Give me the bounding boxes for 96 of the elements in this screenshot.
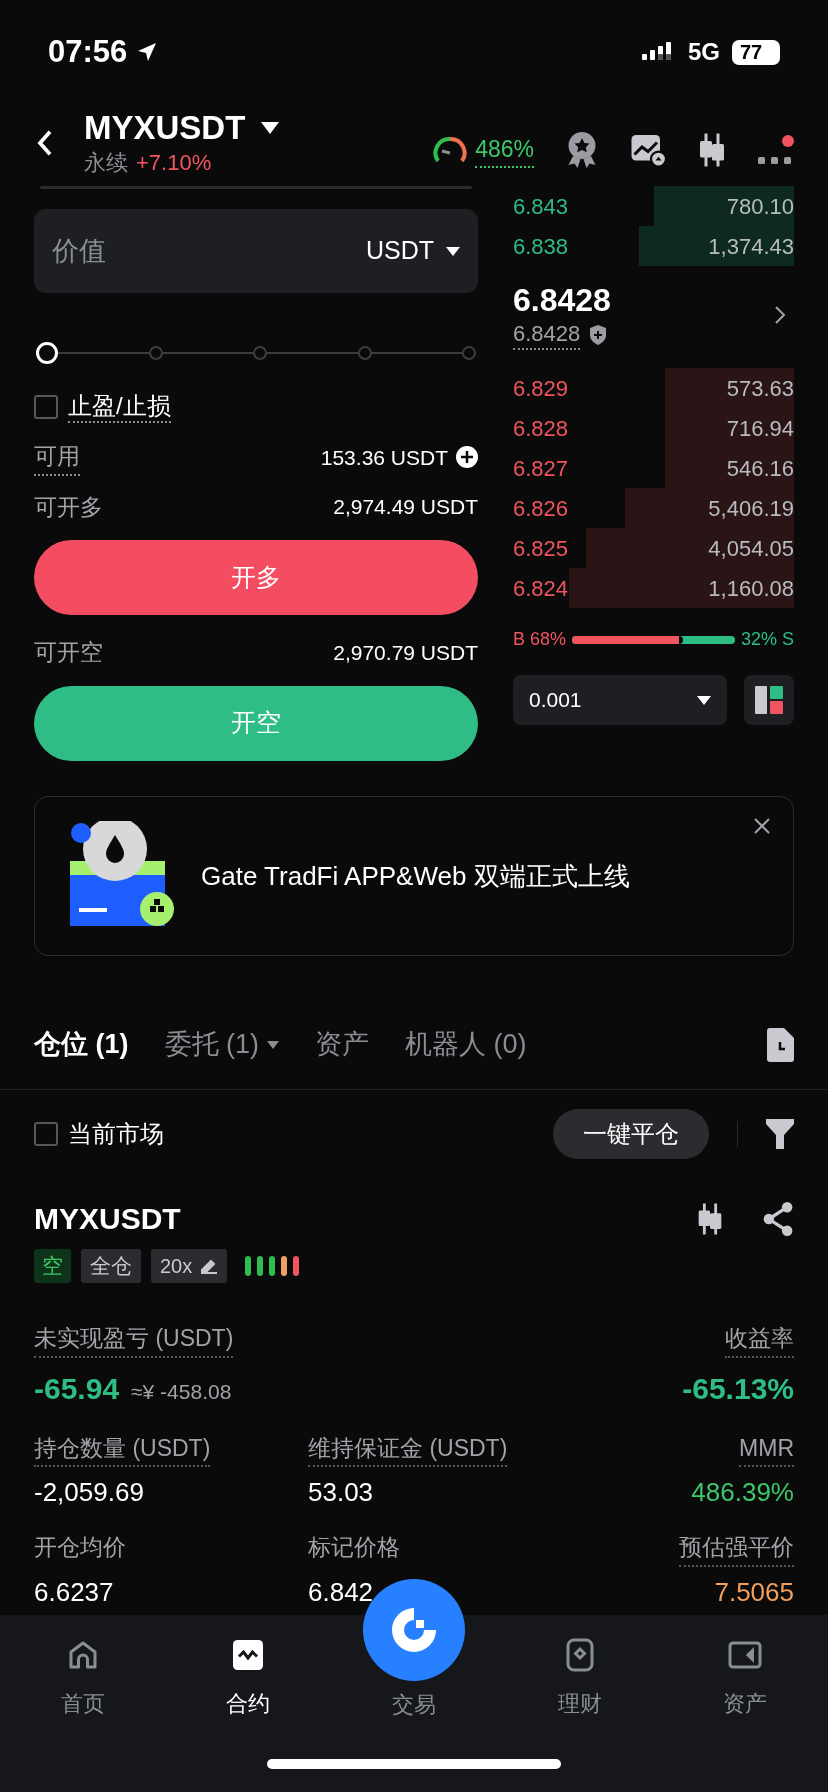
banner-text: Gate TradFi APP&Web 双端正式上线 xyxy=(201,859,630,893)
roe-value: -65.13% xyxy=(682,1370,794,1407)
clock: 07:56 xyxy=(48,32,128,71)
tpsl-label[interactable]: 止盈/止损 xyxy=(68,391,171,423)
ask-price[interactable]: 6.838 xyxy=(513,229,569,263)
position-tab[interactable]: 仓位 (1) xyxy=(34,1024,129,1065)
promo-banner[interactable]: Gate TradFi APP&Web 双端正式上线 xyxy=(34,796,794,956)
max-long-label: 可开多 xyxy=(34,492,103,522)
tpsl-checkbox[interactable] xyxy=(34,395,58,419)
max-long-value: 2,974.49 USDT xyxy=(333,494,478,520)
symbol-title[interactable]: MYXUSDT xyxy=(84,108,246,148)
gauge-icon xyxy=(433,135,468,165)
position-tab[interactable]: 委托 (1) xyxy=(164,1024,279,1065)
leverage-tag[interactable]: 20x xyxy=(151,1249,228,1283)
risk-reading[interactable]: 486% xyxy=(475,131,534,169)
value-label: 价值 xyxy=(52,234,106,268)
bid-price[interactable]: 6.829 xyxy=(513,371,569,405)
shield-plus-icon xyxy=(588,324,609,346)
share-icon[interactable] xyxy=(762,1201,794,1236)
max-short-label: 可开空 xyxy=(34,638,103,667)
layout-button[interactable] xyxy=(744,675,794,725)
mark-price[interactable]: 6.8428 xyxy=(513,320,581,350)
field-value: 486.39% xyxy=(691,1476,794,1509)
ask-amount: 780.10 xyxy=(726,192,794,221)
filter-icon[interactable] xyxy=(766,1119,794,1149)
unit-selector[interactable]: USDT xyxy=(365,232,460,270)
add-icon[interactable] xyxy=(456,446,478,469)
pencil-icon xyxy=(200,1258,219,1274)
current-market-label: 当前市场 xyxy=(68,1119,164,1149)
price-change: +7.10% xyxy=(136,149,212,177)
side-tag: 空 xyxy=(34,1249,71,1283)
field-label: 开仓均价 xyxy=(34,1533,126,1562)
precision-selector[interactable]: 0.001 xyxy=(513,675,727,725)
bid-amount: 573.63 xyxy=(726,374,794,403)
bid-amount: 546.16 xyxy=(726,454,794,483)
more-icon[interactable] xyxy=(758,155,792,165)
bid-amount: 1,160.08 xyxy=(708,574,794,603)
bid-amount: 4,054.05 xyxy=(708,534,794,563)
slider-stop[interactable] xyxy=(357,346,372,360)
field-value: 53.03 xyxy=(308,1476,374,1509)
caret-icon[interactable] xyxy=(261,122,280,134)
available-value: 153.36 USDT xyxy=(320,444,448,471)
nav-item[interactable]: 资产 xyxy=(662,1637,828,1735)
field-label: 维持保证金 (USDT) xyxy=(308,1430,508,1467)
caret-icon xyxy=(446,246,460,256)
field-label: 标记价格 xyxy=(308,1533,400,1562)
bid-price[interactable]: 6.826 xyxy=(513,491,569,525)
last-price[interactable]: 6.8428 xyxy=(513,280,611,320)
bid-price[interactable]: 6.828 xyxy=(513,411,569,445)
field-label: MMR xyxy=(739,1430,794,1467)
pnl-label: 未实现盈亏 (USDT) xyxy=(34,1321,234,1358)
nav-label[interactable]: 交易 xyxy=(392,1688,436,1721)
chevron-right-icon[interactable] xyxy=(774,305,786,325)
field-label: 预估强平价 xyxy=(679,1530,794,1567)
position-symbol: MYXUSDT xyxy=(34,1201,181,1237)
close-icon[interactable] xyxy=(753,817,771,835)
pnl-value: -65.94 xyxy=(34,1370,120,1407)
max-short-value: 2,970.79 USDT xyxy=(333,639,478,666)
chart-image-icon[interactable] xyxy=(630,133,666,167)
margin-mode-tag: 全仓 xyxy=(81,1249,141,1283)
layout-icon xyxy=(753,684,785,716)
close-all-button[interactable]: 一键平仓 xyxy=(553,1109,709,1159)
available-label: 可用 xyxy=(34,439,80,476)
slider-stop[interactable] xyxy=(148,346,163,360)
buy-ratio: B 68% xyxy=(513,628,567,651)
field-label: 持仓数量 (USDT) xyxy=(34,1430,211,1467)
amount-slider[interactable] xyxy=(36,341,476,365)
slider-stop[interactable] xyxy=(253,346,267,360)
battery-indicator: 77 xyxy=(732,39,780,65)
field-value: 6.6237 xyxy=(34,1575,114,1609)
precision-value: 0.001 xyxy=(529,687,582,714)
bid-price[interactable]: 6.825 xyxy=(513,531,569,565)
field-value: 7.5065 xyxy=(714,1575,794,1609)
nav-item[interactable]: 理财 xyxy=(496,1637,663,1735)
field-value: 6.842 xyxy=(308,1575,374,1609)
contract-type: 永续 xyxy=(84,149,128,177)
current-market-checkbox[interactable] xyxy=(34,1122,58,1146)
bid-amount: 5,406.19 xyxy=(708,494,794,523)
bid-price[interactable]: 6.824 xyxy=(513,571,569,605)
bid-price[interactable]: 6.827 xyxy=(513,451,569,485)
history-document-icon[interactable] xyxy=(764,1027,794,1062)
pnl-cny: ≈¥ -458.08 xyxy=(131,1378,232,1405)
position-tab[interactable]: 资产 xyxy=(315,1024,369,1065)
bid-amount: 716.94 xyxy=(726,414,794,443)
ask-amount: 1,374.43 xyxy=(708,232,794,261)
nav-item[interactable]: 合约 xyxy=(165,1637,332,1735)
position-tab[interactable]: 机器人 (0) xyxy=(405,1024,527,1065)
nav-item[interactable]: 首页 xyxy=(0,1637,166,1735)
sell-ratio: 32% S xyxy=(740,628,794,651)
ask-price[interactable]: 6.843 xyxy=(513,189,569,223)
slider-stop[interactable] xyxy=(462,346,476,360)
value-field[interactable]: 价值 USDT xyxy=(34,209,478,293)
roe-label: 收益率 xyxy=(725,1321,794,1358)
caret-icon xyxy=(697,695,711,705)
field-value: -2,059.69 xyxy=(34,1476,144,1509)
network-label: 5G xyxy=(688,37,720,67)
